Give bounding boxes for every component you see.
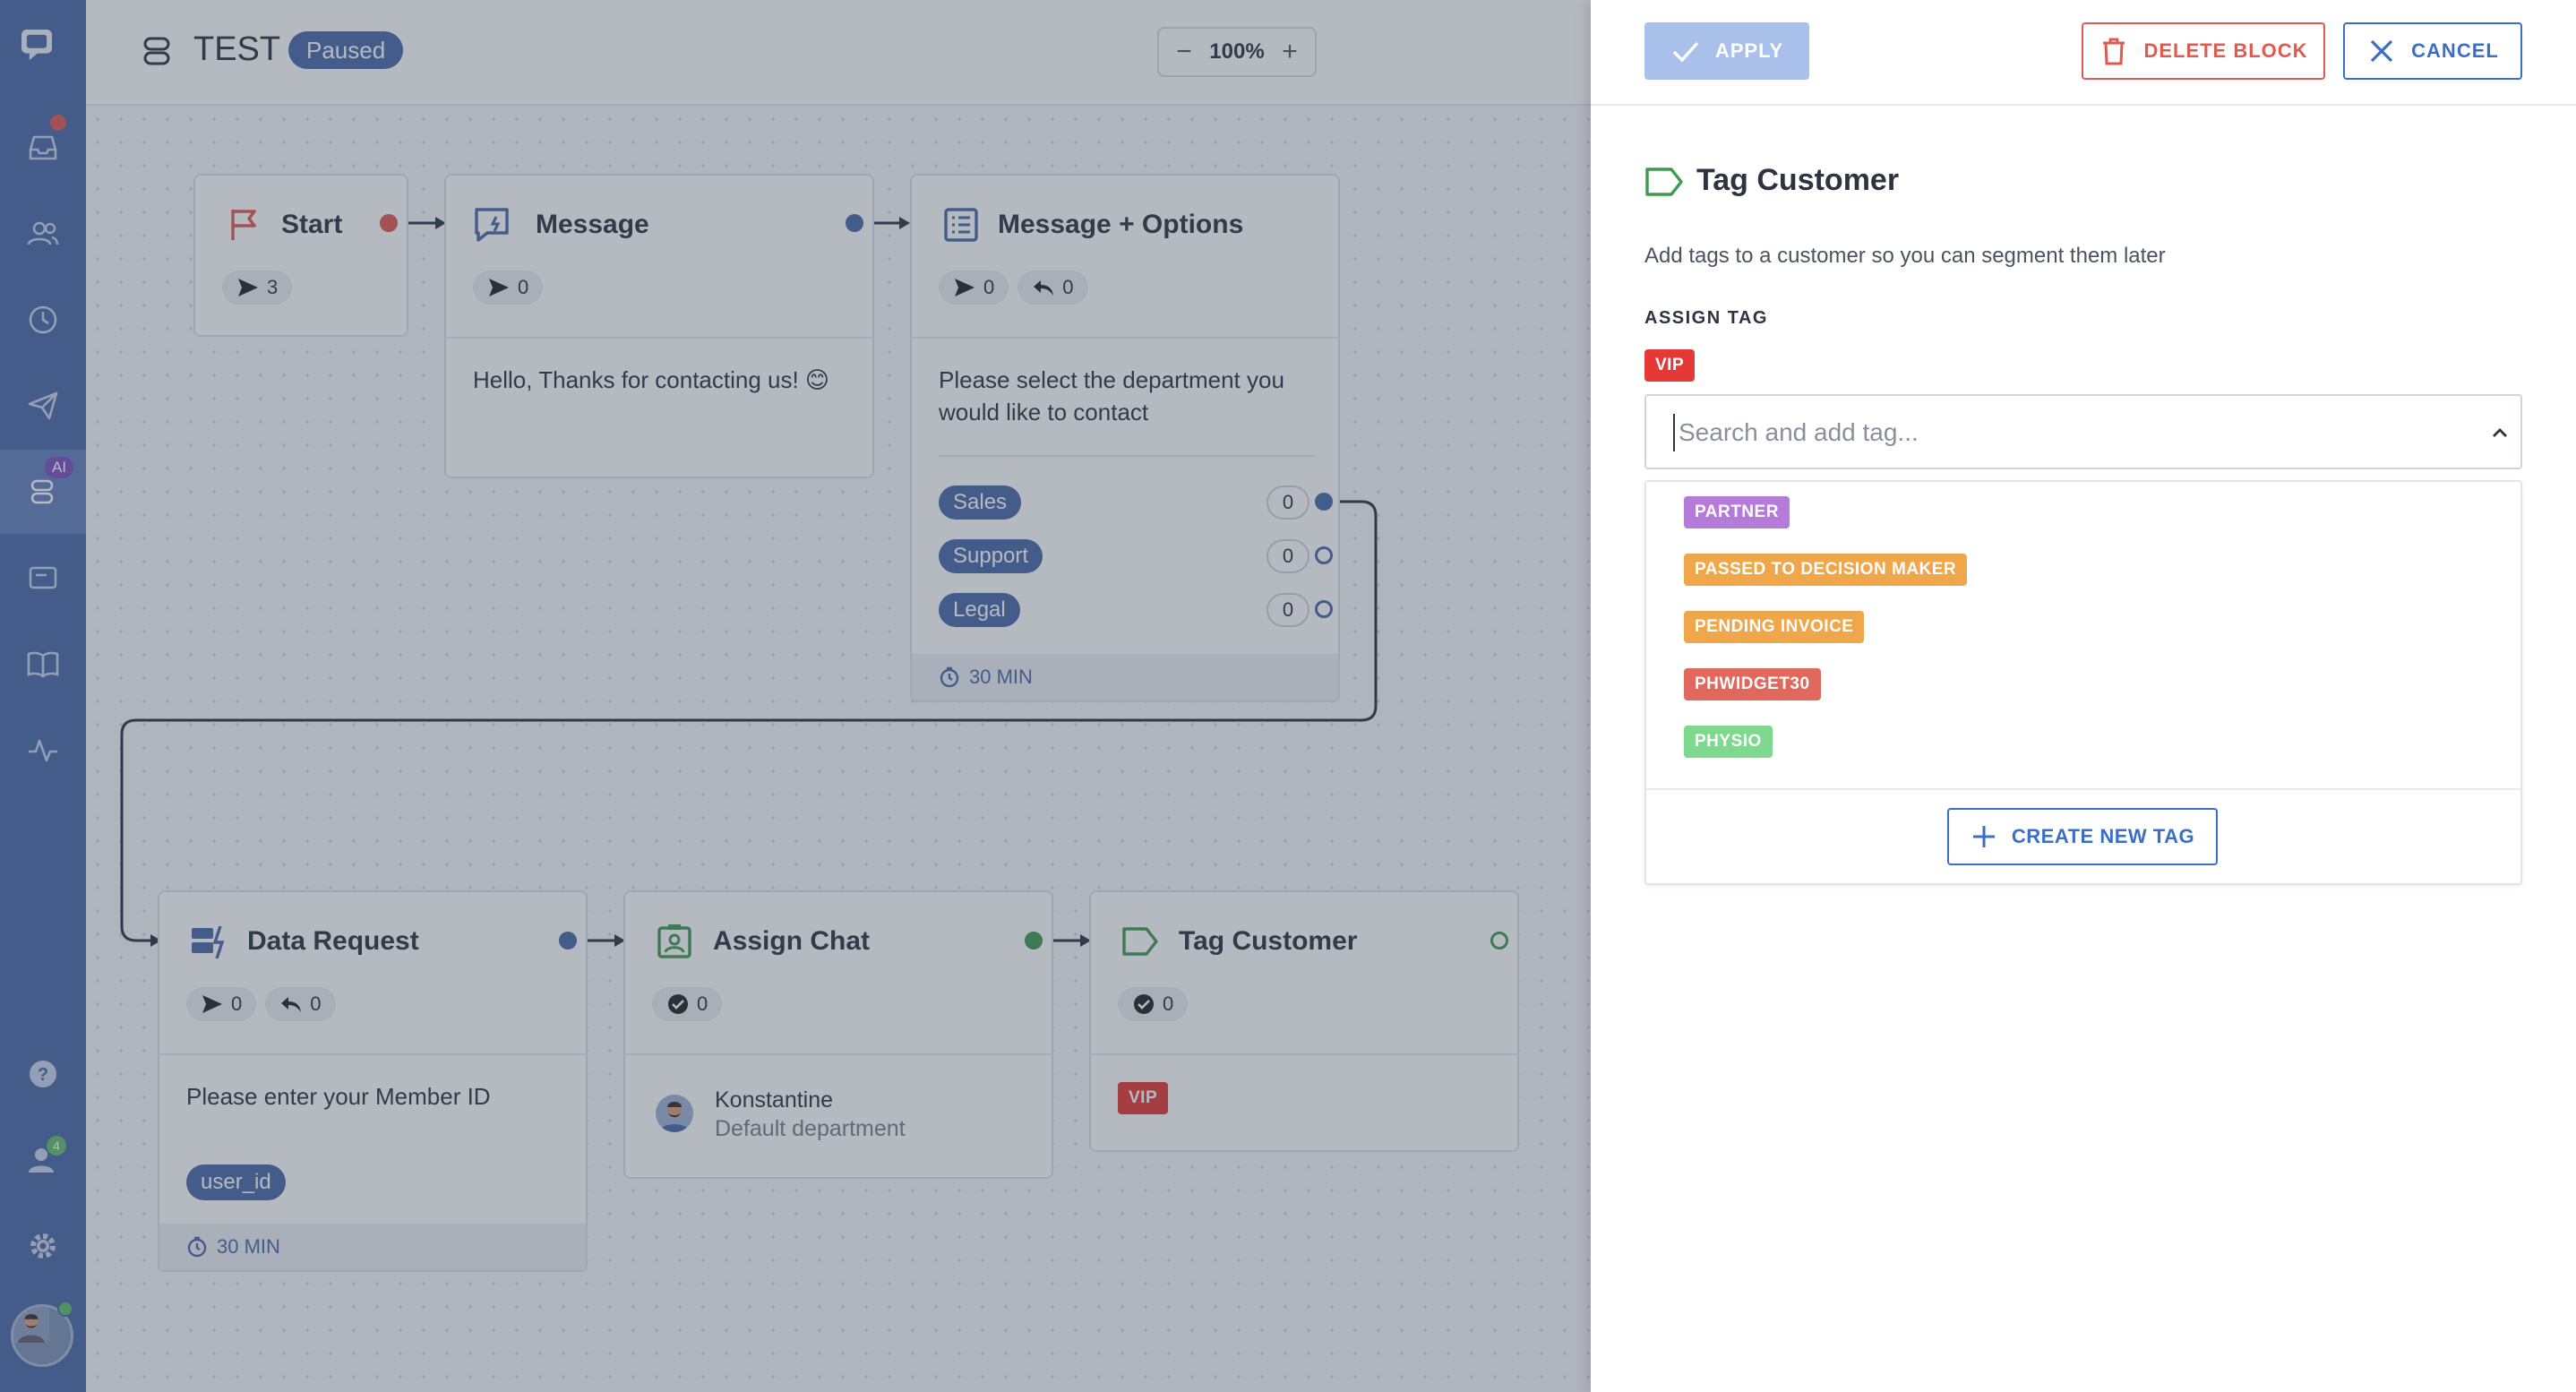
cancel-button[interactable]: CANCEL [2343, 22, 2522, 80]
check-icon [1672, 41, 1699, 63]
close-icon [2371, 39, 2393, 63]
delete-block-button[interactable]: DELETE BLOCK [2082, 22, 2325, 80]
tag-option-partner[interactable]: PARTNER [1684, 496, 1790, 528]
tag-option-passed-to-decision-maker[interactable]: PASSED TO DECISION MAKER [1684, 554, 1968, 586]
tag-search-box [1644, 394, 2522, 469]
assign-tag-label: ASSIGN TAG [1644, 308, 1768, 328]
panel-title: Tag Customer [1696, 163, 1900, 197]
trash-icon [2103, 38, 2125, 65]
chevron-up-icon[interactable] [2488, 421, 2512, 444]
modal-backdrop[interactable] [0, 0, 1591, 1392]
selected-tag-chip[interactable]: VIP [1644, 349, 1696, 382]
tag-option-phwidget30[interactable]: PHWIDGET30 [1684, 668, 1821, 700]
tag-options-dropdown: PARTNER PASSED TO DECISION MAKER PENDING… [1644, 480, 2522, 885]
tag-search-input[interactable] [1673, 414, 2461, 451]
create-new-tag-button[interactable]: CREATE NEW TAG [1947, 808, 2218, 865]
block-settings-panel: APPLY DELETE BLOCK CANCEL Tag Customer A… [1591, 0, 2576, 1392]
panel-description: Add tags to a customer so you can segmen… [1644, 244, 2166, 268]
tag-option-pending-invoice[interactable]: PENDING INVOICE [1684, 611, 1865, 643]
tag-icon [1644, 167, 1684, 197]
apply-button[interactable]: APPLY [1644, 22, 1809, 80]
plus-icon [1972, 826, 1995, 847]
tag-option-physio[interactable]: PHYSIO [1684, 726, 1773, 758]
